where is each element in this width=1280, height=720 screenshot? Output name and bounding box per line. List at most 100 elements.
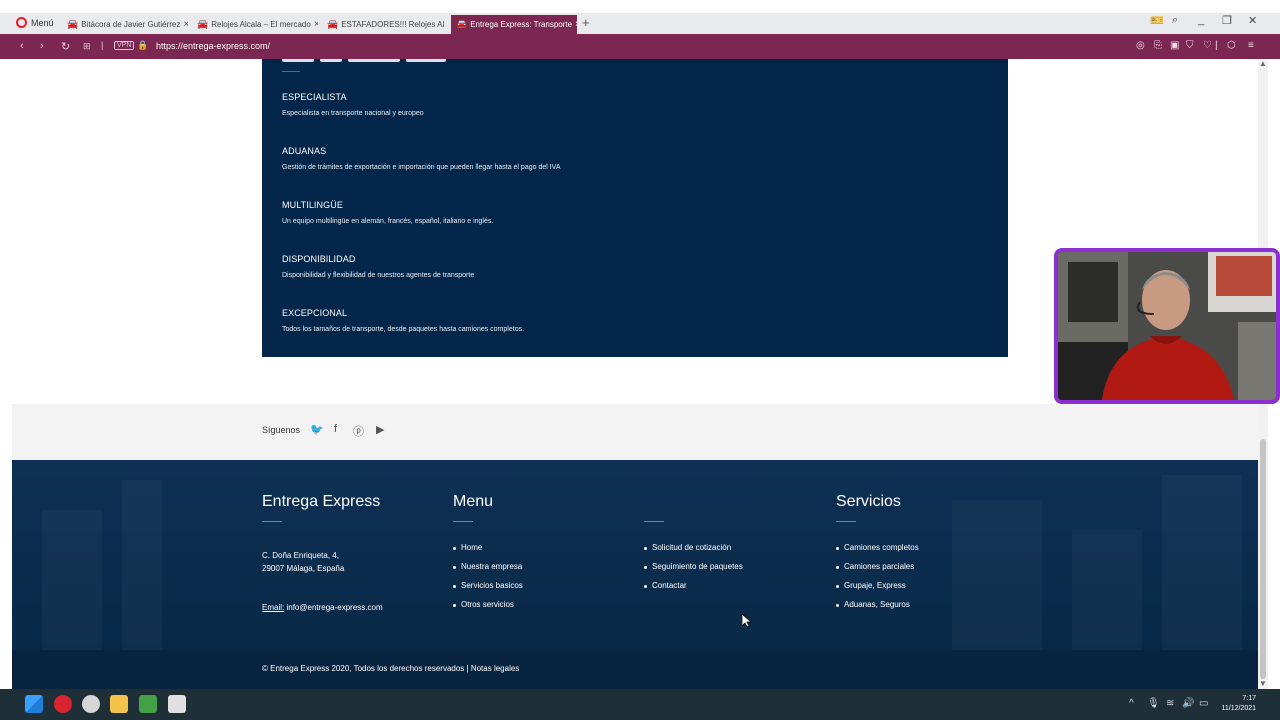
footer-services-list: Camiones completos Camiones parciales Gr… <box>836 538 919 614</box>
feature-title: EXCEPCIONAL <box>282 308 348 318</box>
forward-icon[interactable]: › <box>40 40 44 52</box>
feature-item: EXCEPCIONAL Todos los tamaños de transpo… <box>282 308 524 333</box>
twitter-icon[interactable]: 🐦 <box>310 423 324 436</box>
url-field[interactable]: https://entrega-express.com/ <box>156 41 270 51</box>
footer-link-aduanas[interactable]: Aduanas, Seguros <box>836 595 919 614</box>
address-line: 29007 Málaga, España <box>262 564 345 573</box>
close-tab-icon[interactable]: × <box>575 19 577 30</box>
footer-link-cotizacion[interactable]: Solicitud de cotización <box>644 538 743 557</box>
footer-services-column: Servicios Camiones completos Camiones pa… <box>836 493 919 614</box>
vpn-badge[interactable]: VPN <box>114 41 135 50</box>
copyright-bar: © Entrega Express 2020, Todos los derech… <box>12 650 1258 689</box>
tab-bitacora[interactable]: 🚘 Bitácora de Javier Gutiérrez × <box>62 15 188 34</box>
snapshot-icon[interactable]: ⎘ <box>1154 40 1162 51</box>
footer-link-grupaje[interactable]: Grupaje, Express <box>836 576 919 595</box>
camera-icon[interactable]: ◎ <box>1136 40 1145 51</box>
reload-icon[interactable]: ↻ <box>61 40 70 53</box>
social-bar: Síguenos 🐦 f ⓟ ▶ <box>12 404 1258 460</box>
windows-taskbar: ^ 🎙 ≋ 🔊 ▭ 7:17 11/12/2021 <box>0 689 1280 720</box>
eye-app-icon[interactable] <box>82 695 100 713</box>
car-favicon-icon: 🚘 <box>327 19 339 29</box>
tab-entrega-express[interactable]: 🚘 Entrega Express: Transporte × <box>451 15 577 34</box>
wifi-icon[interactable]: ≋ <box>1166 698 1174 709</box>
browser-menu-label: Menú <box>31 17 54 28</box>
footer-link-otros-servicios[interactable]: Otros servicios <box>453 595 523 614</box>
volume-icon[interactable]: 🔊 <box>1182 698 1194 709</box>
feature-description: Un equipo multilingüe en alemán, francés… <box>282 218 494 225</box>
feature-item: MULTILINGÜE Un equipo multilingüe en ale… <box>282 200 493 225</box>
close-tab-icon[interactable]: × <box>447 19 448 30</box>
extensions-icon[interactable]: ⬡ <box>1227 40 1236 51</box>
title-underline <box>282 71 300 72</box>
start-icon[interactable] <box>25 695 43 713</box>
speed-dial-icon[interactable]: ⊞ <box>83 41 91 52</box>
back-icon[interactable]: ‹ <box>20 40 24 52</box>
screenshot-icon[interactable]: ▣ <box>1170 40 1179 51</box>
browser-tab-strip: Menú 🚘 Bitácora de Javier Gutiérrez × 🚘 … <box>0 0 1280 34</box>
footer-link-camiones-parciales[interactable]: Camiones parciales <box>836 557 919 576</box>
file-explorer-icon[interactable] <box>110 695 128 713</box>
search-tabs-icon[interactable]: ⌕ <box>1172 14 1178 27</box>
opera-taskbar-icon[interactable] <box>54 695 72 713</box>
easy-setup-icon[interactable]: ≡ <box>1248 40 1254 51</box>
heading-underline <box>644 521 664 522</box>
microphone-icon[interactable]: 🎙 <box>1147 698 1160 709</box>
follow-label: Síguenos <box>262 425 301 435</box>
mouse-cursor-icon <box>742 614 752 628</box>
separator: | <box>101 40 104 50</box>
address-line: C. Doña Enriqueta, 4, <box>262 551 339 560</box>
footer-link-seguimiento[interactable]: Seguimiento de paquetes <box>644 557 743 576</box>
footer-menu-list: Home Nuestra empresa Servicios basicos O… <box>453 538 523 614</box>
footer-link-contactar[interactable]: Contactar <box>644 576 743 595</box>
footer-menu2-list: Solicitud de cotización Seguimiento de p… <box>644 538 743 595</box>
scroll-up-icon[interactable]: ▲ <box>1259 59 1267 68</box>
tab-relojes-alcala[interactable]: 🚘 Relojes Alcala – El mercado × <box>192 15 318 34</box>
close-tab-icon[interactable]: × <box>314 19 318 30</box>
youtube-icon[interactable]: ▶ <box>376 423 384 436</box>
adblock-shield-icon[interactable]: ⛉ <box>1186 40 1194 51</box>
footer-link-camiones-completos[interactable]: Camiones completos <box>836 538 919 557</box>
feature-title: DISPONIBILIDAD <box>282 254 356 264</box>
app-icon[interactable] <box>168 695 186 713</box>
new-tab-button[interactable]: + <box>582 15 590 30</box>
tab-label: ESTAFADORES!!! Relojes Al <box>341 20 445 29</box>
feature-title: MULTILINGÜE <box>282 200 343 210</box>
feature-title: ADUANAS <box>282 146 327 156</box>
browser-menu-button[interactable]: Menú <box>16 17 54 28</box>
feature-item: ESPECIALISTA Especialista en transporte … <box>282 92 424 117</box>
background-building <box>1072 530 1142 650</box>
webcam-overlay <box>1054 248 1280 404</box>
heart-icon[interactable]: ♡ <box>1203 40 1212 51</box>
extension-icon[interactable]: 🎫 <box>1150 14 1164 27</box>
footer-menu2-title <box>644 493 743 511</box>
footer-menu2-column: Solicitud de cotización Seguimiento de p… <box>644 493 743 595</box>
footer-link-home[interactable]: Home <box>453 538 523 557</box>
restore-icon[interactable]: ❐ <box>1222 14 1232 27</box>
close-window-icon[interactable]: ✕ <box>1248 14 1257 27</box>
tray-chevron-icon[interactable]: ^ <box>1129 698 1134 709</box>
footer-menu-column: Menu Home Nuestra empresa Servicios basi… <box>453 493 523 614</box>
car-favicon-icon: 🚘 <box>67 19 79 29</box>
minimize-icon[interactable]: _ <box>1198 14 1204 26</box>
pinterest-icon[interactable]: ⓟ <box>353 423 364 439</box>
tab-label: Relojes Alcala – El mercado <box>211 20 311 29</box>
heading-underline <box>836 521 856 522</box>
features-section: ESPECIALISTA Especialista en transporte … <box>262 59 1008 357</box>
email-link[interactable]: info@entrega-express.com <box>286 603 382 612</box>
facebook-icon[interactable]: f <box>334 423 337 435</box>
scroll-down-icon[interactable]: ▼ <box>1259 679 1267 688</box>
copyright-text: © Entrega Express 2020, Todos los derech… <box>262 664 520 673</box>
tab-estafadores[interactable]: 🚘 ESTAFADORES!!! Relojes Al × <box>322 15 448 34</box>
notepad-icon[interactable] <box>139 695 157 713</box>
section-title-cut <box>282 59 502 62</box>
footer-link-nuestra-empresa[interactable]: Nuestra empresa <box>453 557 523 576</box>
scrollbar-thumb[interactable] <box>1260 439 1266 679</box>
battery-icon[interactable]: ▭ <box>1199 698 1208 709</box>
close-tab-icon[interactable]: × <box>183 19 188 30</box>
background-building <box>42 510 102 650</box>
clock-date: 11/12/2021 <box>1221 705 1256 712</box>
footer-link-servicios-basicos[interactable]: Servicios basicos <box>453 576 523 595</box>
system-clock[interactable]: 7:17 11/12/2021 <box>1218 694 1256 714</box>
lock-icon[interactable]: 🔒 <box>137 40 148 51</box>
feature-description: Todos los tamaños de transporte, desde p… <box>282 326 525 333</box>
